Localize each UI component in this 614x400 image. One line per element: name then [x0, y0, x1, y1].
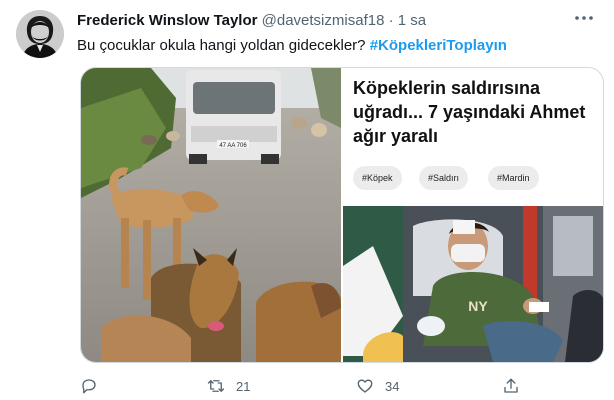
share-icon	[504, 378, 518, 393]
news-card[interactable]: Köpeklerin saldırısına uğradı... 7 yaşın…	[343, 68, 603, 362]
avatar[interactable]	[16, 10, 64, 58]
news-headline: Köpeklerin saldırısına uğradı... 7 yaşın…	[353, 78, 586, 146]
share-button[interactable]	[502, 374, 520, 398]
more-icon[interactable]	[572, 8, 596, 28]
timestamp[interactable]: 1 sa	[398, 12, 426, 29]
van: 47 AA 706	[186, 70, 281, 164]
reply-button[interactable]	[80, 374, 109, 398]
author-name[interactable]: Frederick Winslow Taylor	[77, 12, 257, 29]
avatar-image	[16, 10, 64, 58]
separator: ·	[388, 12, 394, 29]
retweet-button[interactable]: 21	[207, 374, 250, 398]
van-plate: 47 AA 706	[219, 143, 247, 149]
retweet-icon	[207, 380, 225, 392]
tweet-body: Bu çocuklar okula hangi yoldan gidecekle…	[77, 37, 366, 54]
tweet[interactable]: Frederick Winslow Taylor @davetsizmisaf1…	[0, 0, 614, 400]
like-icon	[357, 379, 373, 393]
tweet-header: Frederick Winslow Taylor @davetsizmisaf1…	[77, 12, 426, 29]
tag-saldiri[interactable]: #Saldırı	[419, 166, 469, 190]
like-count: 34	[385, 378, 400, 394]
tweet-actions: 21 34	[0, 374, 614, 398]
dogs-photo[interactable]: 47 AA 706	[81, 68, 341, 362]
injured-child-photo[interactable]: NY	[343, 206, 603, 362]
hashtag-link[interactable]: #KöpekleriToplayın	[370, 37, 507, 54]
svg-text:NY: NY	[468, 298, 488, 314]
tag-kopek[interactable]: #Köpek	[353, 166, 402, 190]
like-button[interactable]: 34	[356, 374, 399, 398]
tag-mardin[interactable]: #Mardin	[488, 166, 539, 190]
author-handle[interactable]: @davetsizmisaf18	[262, 12, 385, 29]
media-card[interactable]: 47 AA 706 Köpeklerin saldırısına uğradı.…	[80, 67, 604, 363]
reply-icon	[82, 379, 96, 394]
dog-brown-right	[256, 281, 341, 362]
retweet-count: 21	[236, 378, 251, 394]
tweet-text: Bu çocuklar okula hangi yoldan gidecekle…	[77, 37, 507, 54]
